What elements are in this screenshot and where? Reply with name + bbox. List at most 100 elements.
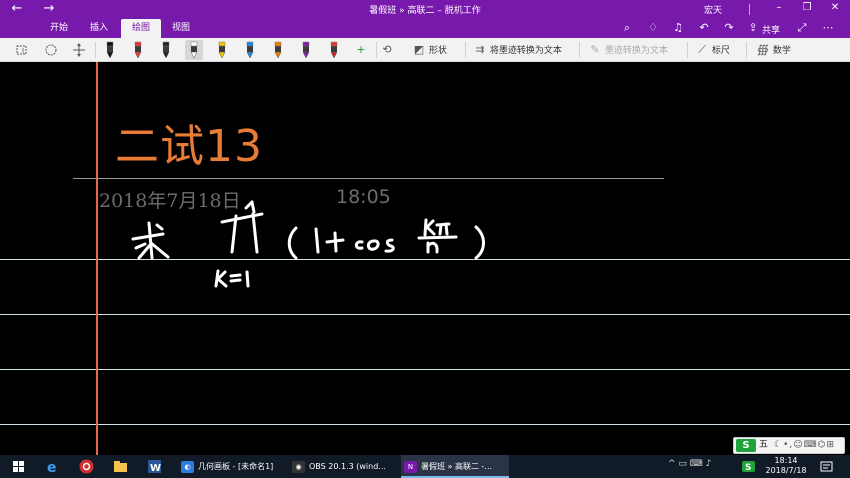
- svg-text:S: S: [745, 463, 751, 473]
- title-bar: ← → 暑假班 » 高联二 – 脱机工作 宏天 – ❐ ✕: [0, 0, 850, 19]
- window-title: 暑假班 » 高联二 – 脱机工作: [369, 6, 481, 16]
- shapes-icon: ◩: [413, 43, 425, 56]
- taskbar: e W ◐ 几何画板 - [未命名1] ◉ OBS 20.1.3 (wind... N 暑…: [0, 455, 850, 478]
- pen-icon: [302, 41, 310, 59]
- taskbar-app-1[interactable]: ◐ 几何画板 - [未命名1]: [178, 455, 284, 478]
- page-canvas[interactable]: 二试13 2018年7月18日 18:05: [0, 62, 850, 455]
- pen-2[interactable]: [129, 40, 147, 60]
- ink-to-text-button[interactable]: ✎ 墨迹转换为文本: [588, 41, 668, 59]
- ime-mode[interactable]: 五: [759, 438, 768, 453]
- pen-4[interactable]: [185, 40, 203, 60]
- taskbar-app-2[interactable]: ◉ OBS 20.1.3 (wind...: [289, 455, 397, 478]
- redo-icon[interactable]: ↷: [721, 21, 737, 34]
- ruler-icon: ⟋: [698, 43, 706, 56]
- ink-to-shape-label: 将墨迹转换为文本: [489, 46, 562, 56]
- ribbon-separator: [95, 42, 96, 58]
- pen-icon: [134, 41, 142, 59]
- more-icon[interactable]: ⋯: [820, 21, 836, 34]
- app-label: 几何画板 - [未命名1]: [198, 462, 274, 471]
- search-icon[interactable]: ⌕: [619, 21, 635, 35]
- pen-icon: [330, 41, 338, 59]
- windows-start-icon[interactable]: [10, 458, 27, 475]
- minimize-button[interactable]: –: [772, 2, 786, 13]
- undo-icon[interactable]: ↶: [696, 21, 712, 34]
- draw-ribbon: I + ⟲ ◩ 形状 ⇉ 将墨迹转换为文本 ✎ 墨迹转换为文本 ⟋ 标尺 ∰ 数…: [0, 38, 850, 62]
- lasso-select-icon[interactable]: [44, 43, 58, 57]
- ribbon-separator: [376, 42, 377, 58]
- pen-icon: [274, 41, 282, 59]
- app-icon: ◉: [292, 460, 305, 473]
- ime-toolbar: S 五 ☾•,☺⌨⌬⊞: [733, 437, 845, 454]
- pen-icon: [246, 41, 254, 59]
- tab-home[interactable]: 开始: [40, 19, 78, 38]
- ruler-label: 标尺: [711, 46, 730, 56]
- svg-text:e: e: [47, 460, 57, 475]
- add-pen-button[interactable]: +: [354, 41, 368, 59]
- restore-button[interactable]: ❐: [800, 2, 814, 13]
- ribbon-tabs: 开始 插入 绘图 视图 ⌕ ♢ ♫ ↶ ↷ ⇪ 共享 ⤢ ⋯: [0, 19, 850, 38]
- ime-logo[interactable]: S: [736, 439, 756, 452]
- title-separator: [749, 4, 750, 15]
- shapes-label: 形状: [428, 46, 447, 56]
- math-icon: ∰: [757, 43, 769, 56]
- user-name[interactable]: 宏天: [704, 3, 722, 16]
- ribbon-separator: [465, 42, 466, 58]
- taskbar-clock[interactable]: 18:14 2018/7/18: [764, 456, 808, 476]
- plus-icon: +: [356, 43, 366, 56]
- pen-icon: [162, 41, 170, 59]
- share-button[interactable]: 共享: [762, 23, 780, 36]
- expand-icon[interactable]: ⤢: [794, 21, 810, 35]
- app-label: 暑假班 » 高联二 -...: [421, 462, 493, 471]
- tab-draw[interactable]: 绘图: [121, 19, 161, 38]
- lightbulb-icon[interactable]: ♢: [645, 21, 661, 34]
- ribbon-separator: [579, 42, 580, 58]
- clock-time: 18:14: [774, 456, 798, 465]
- netease-music-icon[interactable]: [78, 458, 95, 475]
- file-explorer-icon[interactable]: [112, 458, 129, 475]
- app-icon: ◐: [181, 460, 194, 473]
- shapes-button[interactable]: ◩ 形状: [412, 41, 447, 59]
- sogou-ime-icon[interactable]: S: [740, 458, 757, 475]
- ribbon-separator: [746, 42, 747, 58]
- pen-icon: [106, 41, 114, 59]
- type-select-icon[interactable]: I: [16, 43, 30, 57]
- pen-3[interactable]: [157, 40, 175, 60]
- notification-icon[interactable]: [818, 458, 835, 475]
- ink-text-icon: ✎: [590, 43, 600, 56]
- onenote-window: ← → 暑假班 » 高联二 – 脱机工作 宏天 – ❐ ✕ 开始 插入 绘图 视…: [0, 0, 850, 478]
- pen-7[interactable]: [269, 40, 287, 60]
- add-space-icon[interactable]: [72, 43, 86, 57]
- tab-insert[interactable]: 插入: [80, 19, 118, 38]
- svg-text:I: I: [22, 47, 24, 55]
- ink-convert-icon: ⇉: [475, 43, 485, 56]
- close-button[interactable]: ✕: [828, 2, 842, 13]
- tab-view[interactable]: 视图: [163, 19, 199, 38]
- ink-shape-icon: ⟲: [382, 43, 392, 56]
- pen-5[interactable]: [213, 40, 231, 60]
- ink-to-shape-button[interactable]: ⇉ 将墨迹转换为文本: [473, 41, 562, 59]
- handwritten-ink[interactable]: [0, 62, 850, 455]
- taskbar-app-3[interactable]: N 暑假班 » 高联二 -...: [401, 455, 509, 478]
- ink-to-text-label: 墨迹转换为文本: [604, 46, 668, 56]
- pen-icon: [190, 41, 198, 59]
- pen-9[interactable]: [325, 40, 343, 60]
- pen-1[interactable]: [101, 40, 119, 60]
- clock-date: 2018/7/18: [765, 466, 807, 475]
- pen-icon: [218, 41, 226, 59]
- share-icon[interactable]: ⇪: [745, 21, 761, 34]
- ime-tool-icons[interactable]: ☾•,☺⌨⌬⊞: [774, 438, 835, 453]
- word-icon[interactable]: W: [146, 458, 163, 475]
- system-tray-icons[interactable]: ^ ▭ ⌨ ♪: [668, 459, 711, 469]
- pen-8[interactable]: [297, 40, 315, 60]
- math-button[interactable]: ∰ 数学: [756, 41, 791, 59]
- math-label: 数学: [772, 46, 791, 56]
- pen-6[interactable]: [241, 40, 259, 60]
- bell-icon[interactable]: ♫: [670, 21, 686, 34]
- edge-browser-icon[interactable]: e: [44, 458, 61, 475]
- ruler-button[interactable]: ⟋ 标尺: [695, 41, 730, 59]
- app-label: OBS 20.1.3 (wind...: [309, 462, 386, 471]
- ink-replay-button[interactable]: ⟲: [380, 41, 394, 59]
- svg-text:W: W: [150, 463, 161, 474]
- ribbon-separator: [687, 42, 688, 58]
- app-icon: N: [404, 460, 417, 473]
